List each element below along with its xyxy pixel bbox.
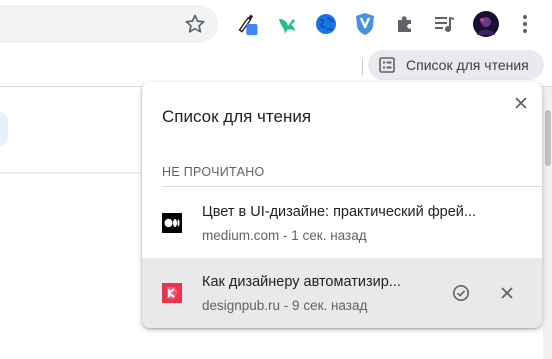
- item-subtitle: designpub.ru - 9 сек. назад: [202, 298, 368, 313]
- list-item[interactable]: Цвет в UI-дизайне: практический фрей... …: [142, 196, 542, 258]
- section-title-unread: НЕ ПРОЧИТАНО: [162, 165, 265, 179]
- delete-icon[interactable]: [495, 281, 519, 305]
- medium-favicon: [162, 213, 182, 233]
- bird-extension-icon[interactable]: [275, 12, 299, 36]
- mark-read-icon[interactable]: [449, 281, 473, 305]
- designpub-favicon: [162, 283, 182, 303]
- color-picker-extension-icon[interactable]: [236, 12, 260, 36]
- bubble-title: Список для чтения: [162, 107, 312, 126]
- browser-toolbar: [0, 0, 552, 48]
- reading-list-icon: [378, 56, 396, 74]
- extensions-puzzle-icon[interactable]: [393, 12, 417, 36]
- profile-avatar[interactable]: [473, 11, 499, 37]
- list-item[interactable]: Как дизайнеру автоматизир... designpub.r…: [142, 258, 542, 328]
- page-pill: [0, 112, 8, 146]
- menu-kebab-icon[interactable]: [513, 12, 537, 36]
- globe-extension-icon[interactable]: [314, 12, 338, 36]
- reading-list-button-label: Список для чтения: [406, 57, 529, 73]
- bookmarks-divider: [362, 59, 363, 75]
- bookmark-star-icon[interactable]: [183, 12, 207, 36]
- scrollbar-thumb[interactable]: [545, 110, 551, 166]
- section-divider: [162, 186, 542, 187]
- item-title: Цвет в UI-дизайне: практический фрей...: [202, 204, 476, 220]
- item-subtitle: medium.com - 1 сек. назад: [202, 228, 367, 243]
- shield-extension-icon[interactable]: [353, 12, 377, 36]
- media-controls-icon[interactable]: [432, 12, 456, 36]
- reading-list-bubble: Список для чтения НЕ ПРОЧИТАНО Цвет в UI…: [142, 82, 542, 328]
- item-title: Как дизайнеру автоматизир...: [202, 274, 401, 290]
- reading-list-button[interactable]: Список для чтения: [368, 50, 544, 80]
- close-icon[interactable]: [508, 90, 534, 116]
